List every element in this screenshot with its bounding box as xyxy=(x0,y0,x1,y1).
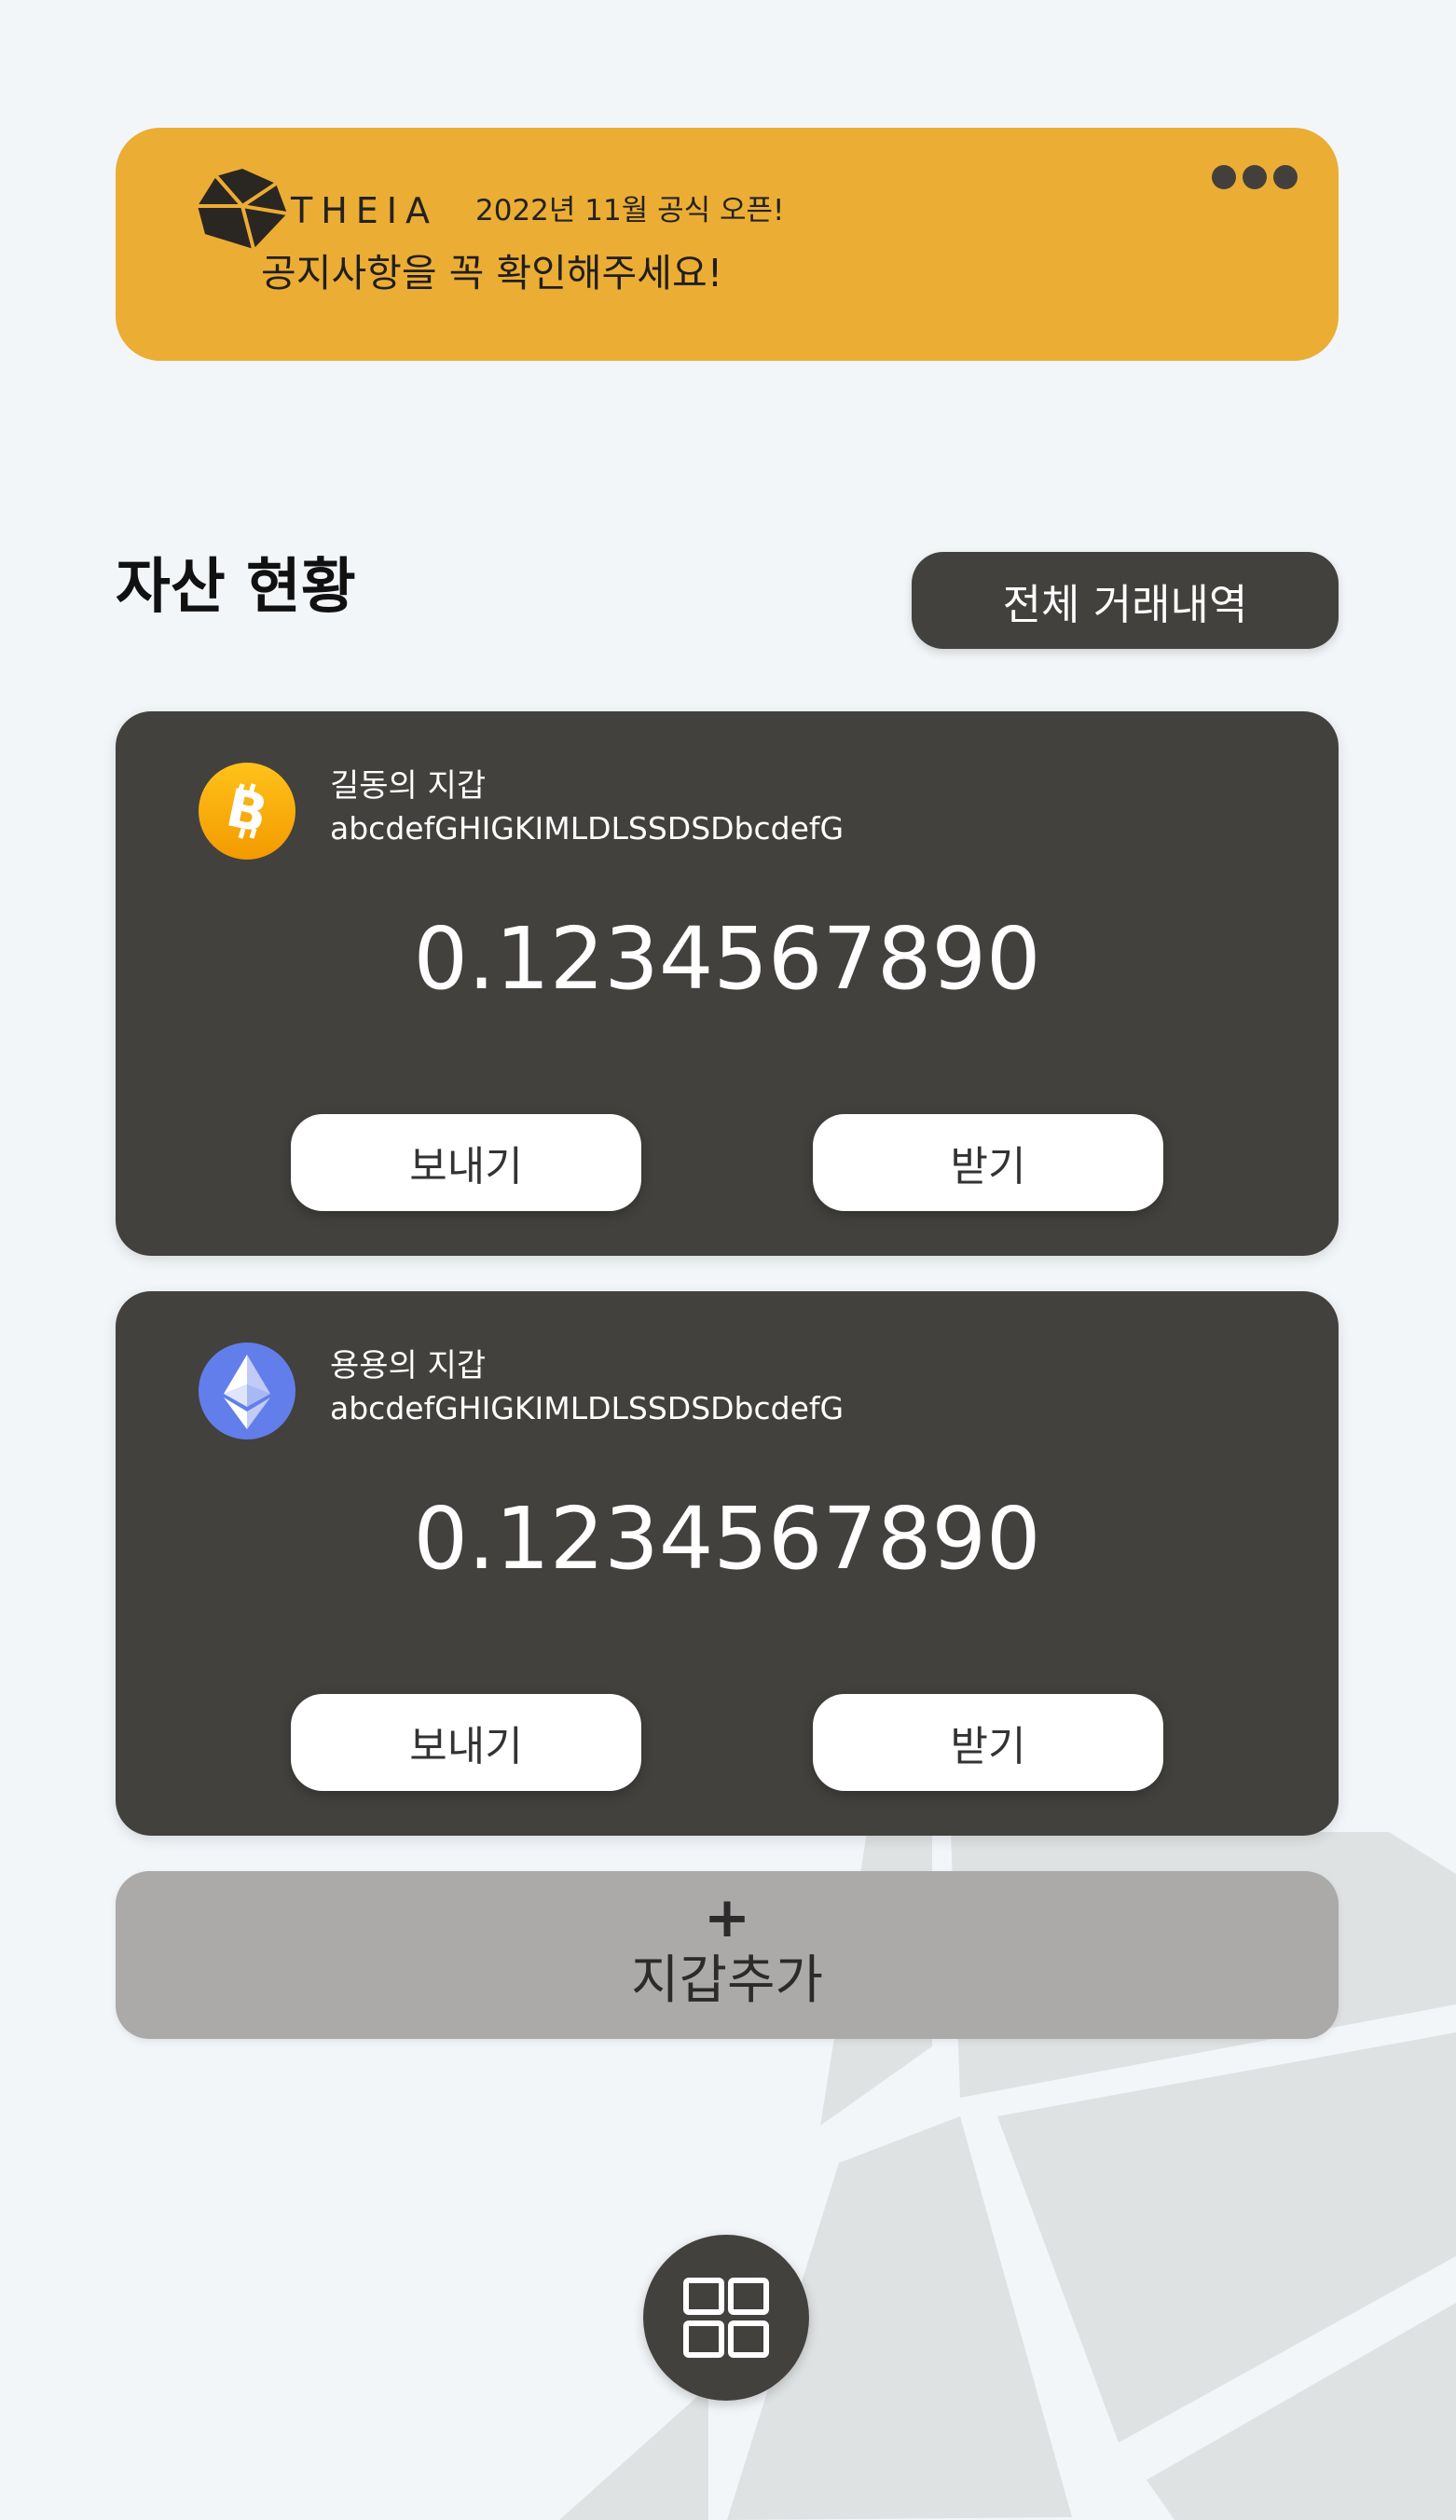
more-dot xyxy=(1273,165,1298,189)
notice-message: 공지사항을 꼭 확인해주세요! xyxy=(261,251,723,296)
send-button[interactable]: 보내기 xyxy=(291,1114,641,1211)
ethereum-icon xyxy=(198,1342,296,1440)
receive-button[interactable]: 받기 xyxy=(813,1114,1163,1211)
more-options-icon[interactable] xyxy=(1212,165,1298,189)
plus-icon: + xyxy=(703,1885,751,1950)
add-wallet-label: 지갑추가 xyxy=(630,1950,824,2011)
wallet-name: 길동의 지갑 xyxy=(330,767,487,805)
wallet-balance: 0.1234567890 xyxy=(413,909,1041,1009)
transaction-history-button[interactable]: 전체 거래내역 xyxy=(912,552,1339,649)
theia-logo-icon xyxy=(198,169,287,249)
wallet-address: abcdefGHIGKIMLDLSSDSDbcdefG xyxy=(330,1390,845,1426)
more-dot xyxy=(1212,165,1236,189)
wallet-card[interactable]: 용용의 지갑 abcdefGHIGKIMLDLSSDSDbcdefG 0.123… xyxy=(116,1291,1339,1836)
receive-button[interactable]: 받기 xyxy=(813,1694,1163,1791)
wallet-balance: 0.1234567890 xyxy=(413,1489,1041,1589)
wallet-card[interactable]: B 길동의 지갑 abcdefGHIGKIMLDLSSDSDbcdefG 0.1… xyxy=(116,711,1339,1256)
menu-button[interactable] xyxy=(643,2235,809,2401)
background-logo-watermark xyxy=(559,1832,1456,2520)
brand-name: THEIA xyxy=(291,190,438,231)
send-button[interactable]: 보내기 xyxy=(291,1694,641,1791)
bitcoin-icon: B xyxy=(198,762,296,861)
section-title: 자산 현황 xyxy=(116,553,356,622)
wallet-address: abcdefGHIGKIMLDLSSDSDbcdefG xyxy=(330,810,845,847)
grid-menu-icon xyxy=(683,2278,769,2358)
add-wallet-button[interactable]: + 지갑추가 xyxy=(116,1871,1339,2039)
wallet-name: 용용의 지갑 xyxy=(330,1347,487,1384)
notice-banner[interactable]: THEIA 2022년 11월 공식 오픈! 공지사항을 꼭 확인해주세요! xyxy=(116,128,1339,361)
open-announcement: 2022년 11월 공식 오픈! xyxy=(475,194,785,227)
more-dot xyxy=(1243,165,1267,189)
